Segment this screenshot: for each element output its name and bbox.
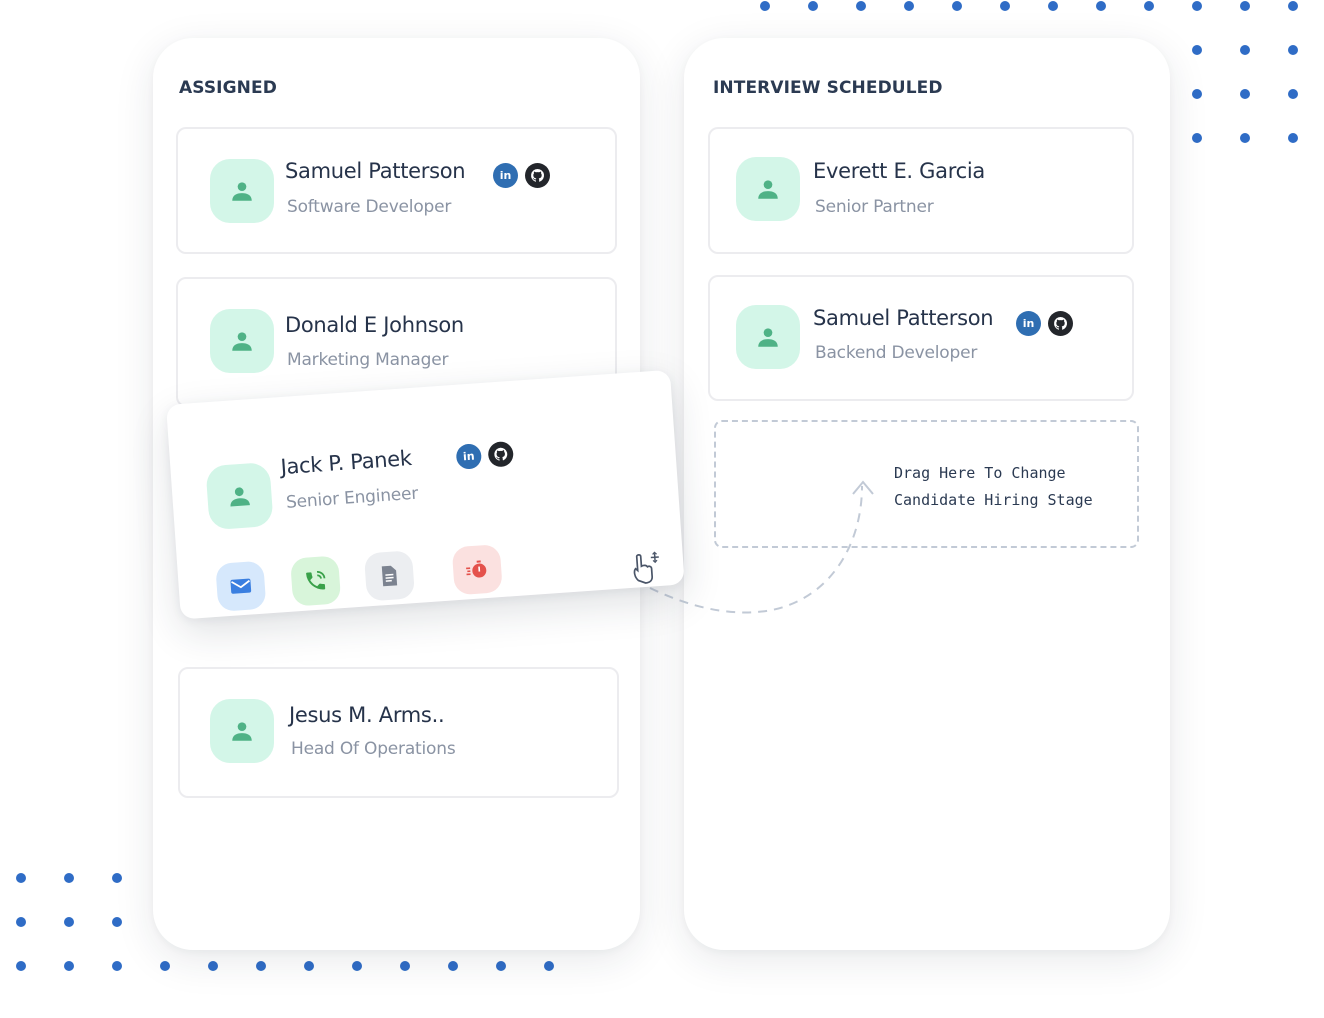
column-title: INTERVIEW SCHEDULED (713, 78, 943, 98)
person-icon (758, 180, 778, 199)
decorative-dot (808, 1, 818, 11)
person-icon (232, 182, 252, 201)
candidate-role: Senior Engineer (285, 483, 419, 513)
github-icon[interactable] (487, 440, 515, 468)
candidate-role: Backend Developer (815, 343, 978, 363)
decorative-dot (1240, 89, 1250, 99)
drag-hand-icon[interactable] (630, 549, 665, 592)
document-icon (381, 565, 398, 587)
decorative-dot (112, 873, 122, 883)
decorative-dot (352, 961, 362, 971)
decorative-dot (496, 961, 506, 971)
drop-zone-hint: Drag Here To Change Candidate Hiring Sta… (894, 464, 1093, 509)
timer-icon (466, 560, 487, 578)
decorative-dot (208, 961, 218, 971)
decorative-dot (16, 873, 26, 883)
mail-icon (230, 578, 252, 594)
linkedin-icon[interactable]: in (455, 443, 483, 470)
decorative-dot (904, 1, 914, 11)
avatar (210, 699, 274, 763)
candidate-role: Marketing Manager (287, 350, 449, 370)
decorative-dot (1288, 89, 1298, 99)
decorative-dot (1240, 45, 1250, 55)
decorative-dot (856, 1, 866, 11)
drop-zone[interactable]: Drag Here To Change Candidate Hiring Sta… (714, 420, 1139, 548)
decorative-dot (1288, 45, 1298, 55)
github-icon[interactable] (525, 163, 550, 188)
email-action-button[interactable] (215, 560, 267, 612)
person-icon (230, 487, 250, 507)
avatar (736, 305, 800, 369)
avatar (210, 159, 274, 223)
decorative-dot (1048, 1, 1058, 11)
candidate-name: Jesus M. Arms.. (289, 703, 445, 727)
decorative-dot (304, 961, 314, 971)
candidate-role: Senior Partner (815, 197, 934, 217)
decorative-dot (1144, 1, 1154, 11)
decorative-dot (400, 961, 410, 971)
decorative-dot (1192, 1, 1202, 11)
linkedin-icon[interactable]: in (493, 163, 518, 188)
decorative-dot (1096, 1, 1106, 11)
candidate-name: Samuel Patterson (285, 159, 466, 183)
call-action-button[interactable] (290, 555, 342, 607)
candidate-card[interactable]: Samuel Patterson Software Developer in (176, 127, 617, 254)
decorative-dot (64, 961, 74, 971)
candidate-card[interactable]: Samuel Patterson Backend Developer in (708, 275, 1134, 401)
avatar (210, 309, 274, 373)
decorative-dot (952, 1, 962, 11)
document-action-button[interactable] (363, 550, 416, 602)
avatar (736, 157, 800, 221)
decorative-dot (160, 961, 170, 971)
decorative-dot (1192, 89, 1202, 99)
candidate-name: Samuel Patterson (813, 306, 994, 330)
decorative-dot (1240, 1, 1250, 11)
decorative-dot (1192, 45, 1202, 55)
decorative-dot (1240, 133, 1250, 143)
decorative-dot (1192, 133, 1202, 143)
decorative-dot (1288, 133, 1298, 143)
person-icon (232, 722, 252, 741)
candidate-role: Software Developer (287, 197, 452, 217)
github-icon[interactable] (1048, 311, 1073, 336)
person-icon (232, 332, 252, 351)
decorative-dot (64, 917, 74, 927)
avatar (205, 461, 274, 531)
decorative-dot (256, 961, 266, 971)
linkedin-icon[interactable]: in (1016, 311, 1041, 336)
decorative-dot (16, 961, 26, 971)
person-icon (758, 328, 778, 347)
column-title: ASSIGNED (179, 78, 277, 98)
decorative-dot (1288, 1, 1298, 11)
decorative-dot (1000, 1, 1010, 11)
candidate-name: Jack P. Panek (279, 446, 413, 480)
decorative-dot (64, 873, 74, 883)
candidate-role: Head Of Operations (291, 739, 456, 759)
candidate-name: Everett E. Garcia (813, 159, 985, 183)
dragged-candidate-card[interactable]: Jack P. Panek Senior Engineer in (166, 369, 685, 620)
timer-action-button[interactable] (451, 544, 503, 596)
candidate-card[interactable]: Everett E. Garcia Senior Partner (708, 127, 1134, 254)
candidate-name: Donald E Johnson (285, 313, 464, 337)
decorative-dot (544, 961, 554, 971)
decorative-dot (112, 917, 122, 927)
decorative-dot (448, 961, 458, 971)
decorative-dot (16, 917, 26, 927)
candidate-card[interactable]: Jesus M. Arms.. Head Of Operations (178, 667, 619, 798)
phone-call-icon (306, 570, 326, 590)
decorative-dot (760, 1, 770, 11)
decorative-dot (112, 961, 122, 971)
